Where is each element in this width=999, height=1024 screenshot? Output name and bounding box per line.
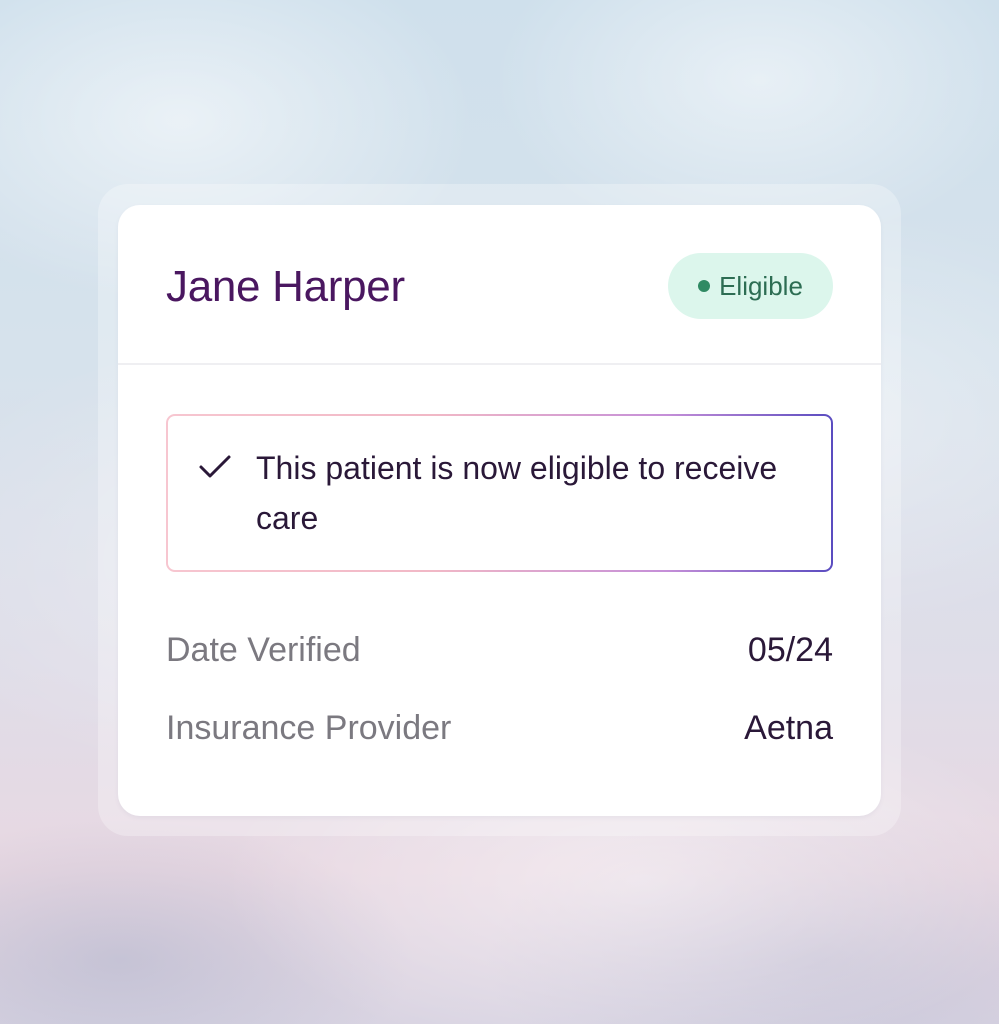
insurance-provider-value: Aetna <box>744 708 833 747</box>
date-verified-label: Date Verified <box>166 630 361 669</box>
status-badge: Eligible <box>668 253 833 319</box>
eligibility-notice-body: This patient is now eligible to receive … <box>168 416 831 570</box>
status-dot-icon <box>698 280 711 292</box>
patient-name: Jane Harper <box>166 262 405 311</box>
insurance-provider-label: Insurance Provider <box>166 708 452 747</box>
date-verified-value: 05/24 <box>747 630 833 669</box>
detail-row-insurance-provider: Insurance Provider Aetna <box>166 706 833 750</box>
checkmark-icon <box>199 455 231 478</box>
detail-row-date-verified: Date Verified 05/24 <box>166 628 833 672</box>
eligibility-notice-text: This patient is now eligible to receive … <box>256 450 778 536</box>
eligibility-card: Jane Harper Eligible This patient is now… <box>118 205 881 816</box>
eligibility-notice: This patient is now eligible to receive … <box>166 414 833 572</box>
status-badge-label: Eligible <box>719 270 803 301</box>
card-header: Jane Harper Eligible <box>118 205 881 365</box>
